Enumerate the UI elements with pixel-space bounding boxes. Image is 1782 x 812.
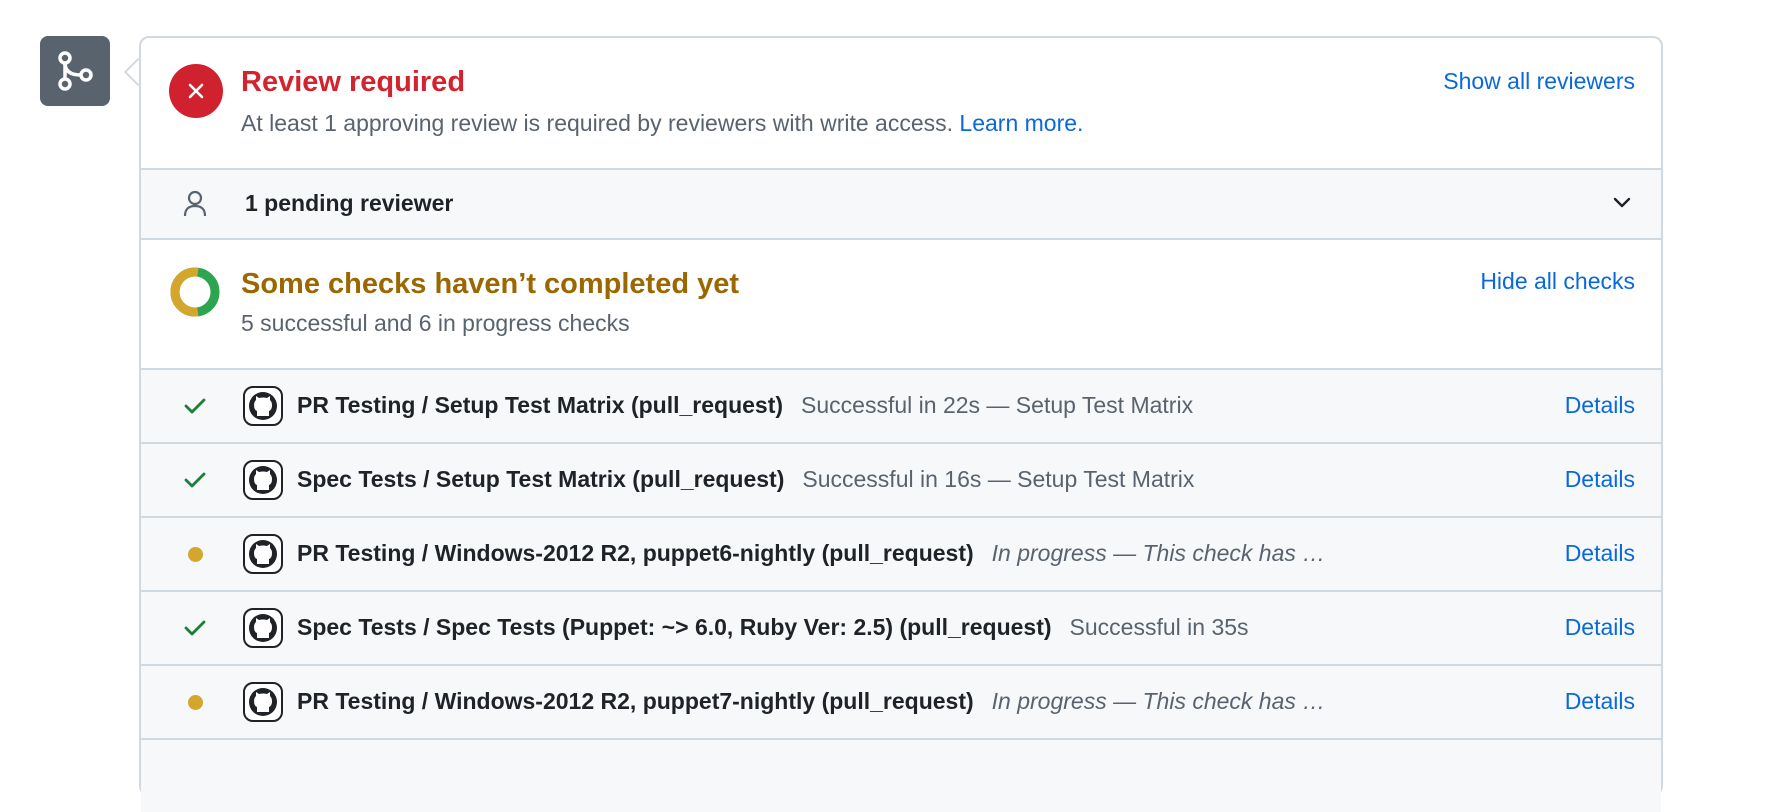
check-name-line: Spec Tests / Setup Test Matrix (pull_req…: [297, 466, 1194, 493]
in-progress-dot-icon: [181, 540, 209, 568]
check-name: PR Testing / Windows-2012 R2, puppet7-ni…: [297, 688, 974, 714]
checks-summary-section: Some checks haven’t completed yet 5 succ…: [141, 238, 1661, 368]
check-name: Spec Tests / Setup Test Matrix (pull_req…: [297, 466, 785, 492]
x-circle-icon: [169, 64, 223, 118]
details-link[interactable]: Details: [1565, 614, 1635, 641]
check-description: Successful in 35s: [1069, 614, 1249, 640]
in-progress-dot-icon: [181, 688, 209, 716]
pending-reviewer-label: 1 pending reviewer: [245, 190, 454, 216]
details-link[interactable]: Details: [1565, 466, 1635, 493]
review-description-line: At least 1 approving review is required …: [241, 110, 1083, 137]
github-actions-icon: [243, 460, 283, 500]
merge-status-panel: Review required At least 1 approving rev…: [139, 36, 1663, 812]
person-icon: [183, 190, 207, 217]
check-description: In progress — This check has …: [991, 688, 1326, 714]
hide-all-checks-link[interactable]: Hide all checks: [1480, 268, 1635, 295]
details-link[interactable]: Details: [1565, 540, 1635, 567]
check-row: Spec Tests / Setup Test Matrix (pull_req…: [141, 442, 1661, 516]
pending-reviewer-row[interactable]: 1 pending reviewer: [141, 168, 1661, 240]
review-title: Review required: [241, 66, 466, 98]
check-description: Successful in 22s — Setup Test Matrix: [801, 392, 1194, 418]
check-description: In progress — This check has …: [991, 540, 1326, 566]
check-success-icon: [181, 466, 209, 494]
review-required-section: Review required At least 1 approving rev…: [141, 38, 1661, 168]
check-row: PR Testing / Setup Test Matrix (pull_req…: [141, 368, 1661, 442]
review-description: At least 1 approving review is required …: [241, 110, 954, 136]
checks-list: PR Testing / Setup Test Matrix (pull_req…: [141, 368, 1661, 812]
check-name-line: PR Testing / Windows-2012 R2, puppet6-ni…: [297, 540, 1325, 567]
git-merge-icon-box: [40, 36, 110, 106]
check-row: [141, 738, 1661, 812]
check-name-line: Spec Tests / Spec Tests (Puppet: ~> 6.0,…: [297, 614, 1249, 641]
git-merge-icon: [58, 51, 93, 91]
check-name-line: PR Testing / Setup Test Matrix (pull_req…: [297, 392, 1193, 419]
github-actions-icon: [243, 682, 283, 722]
learn-more-link[interactable]: Learn more.: [959, 110, 1083, 136]
check-name: PR Testing / Setup Test Matrix (pull_req…: [297, 392, 784, 418]
details-link[interactable]: Details: [1565, 392, 1635, 419]
github-actions-icon: [243, 386, 283, 426]
checks-progress-donut-icon: [170, 267, 220, 317]
chevron-down-icon[interactable]: [1611, 192, 1633, 214]
check-name-line: PR Testing / Windows-2012 R2, puppet7-ni…: [297, 688, 1325, 715]
checks-title: Some checks haven’t completed yet: [241, 268, 740, 300]
checks-summary: 5 successful and 6 in progress checks: [241, 310, 630, 336]
check-name: PR Testing / Windows-2012 R2, puppet6-ni…: [297, 540, 974, 566]
check-row: PR Testing / Windows-2012 R2, puppet6-ni…: [141, 516, 1661, 590]
check-success-icon: [181, 392, 209, 420]
show-all-reviewers-link[interactable]: Show all reviewers: [1443, 68, 1635, 95]
check-row: Spec Tests / Spec Tests (Puppet: ~> 6.0,…: [141, 590, 1661, 664]
check-row: PR Testing / Windows-2012 R2, puppet7-ni…: [141, 664, 1661, 738]
github-actions-icon: [243, 534, 283, 574]
check-description: Successful in 16s — Setup Test Matrix: [802, 466, 1195, 492]
details-link[interactable]: Details: [1565, 688, 1635, 715]
check-success-icon: [181, 614, 209, 642]
check-name: Spec Tests / Spec Tests (Puppet: ~> 6.0,…: [297, 614, 1052, 640]
github-actions-icon: [243, 608, 283, 648]
